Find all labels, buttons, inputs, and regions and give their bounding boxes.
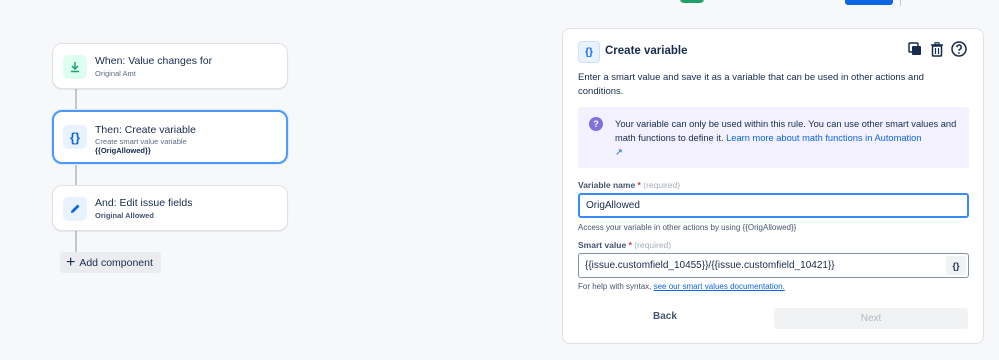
- required-marker: *: [628, 240, 632, 250]
- curly-braces-icon: {}: [63, 125, 87, 149]
- duplicate-icon[interactable]: [907, 41, 923, 57]
- add-component-label: Add component: [79, 256, 153, 269]
- variable-name-helper: Access your variable in other actions by…: [578, 223, 797, 232]
- top-primary-button[interactable]: [845, 0, 893, 5]
- action-subtitle: Create smart value variable: [95, 137, 187, 146]
- curly-braces-icon: {}: [578, 41, 600, 63]
- top-status-indicator: [680, 0, 704, 3]
- pencil-icon: [63, 197, 87, 221]
- flow-connector: [75, 231, 77, 253]
- smart-value-helper-text: For help with syntax,: [578, 282, 652, 291]
- question-icon: ?: [589, 117, 603, 131]
- smart-value-label: Smart value * (required): [578, 240, 671, 250]
- smart-values-docs-link[interactable]: see our smart values documentation.: [654, 282, 785, 291]
- panel-description: Enter a smart value and save it as a var…: [578, 72, 924, 97]
- external-link-icon[interactable]: ↗: [615, 147, 623, 157]
- variable-name-input[interactable]: [578, 193, 969, 218]
- value-change-icon: [63, 55, 87, 79]
- smart-value-insert-button[interactable]: {}: [946, 256, 966, 275]
- info-message: ? Your variable can only be used within …: [578, 107, 969, 168]
- edit-subtitle: Original Allowed: [95, 211, 154, 220]
- variable-name-label-text: Variable name: [578, 180, 636, 190]
- flow-connector: [75, 164, 77, 185]
- add-component-button[interactable]: + Add component: [60, 252, 161, 273]
- trigger-title: When: Value changes for: [95, 55, 213, 67]
- flow-connector: [75, 89, 77, 110]
- trigger-subtitle: Original Amt: [95, 69, 136, 78]
- required-hint: (required): [634, 240, 672, 250]
- create-variable-card[interactable]: {} Then: Create variable Create smart va…: [52, 110, 288, 164]
- action-title: Then: Create variable: [95, 124, 196, 136]
- create-variable-panel: {} Create variable Enter a smart value a…: [562, 28, 984, 344]
- math-functions-link[interactable]: Learn more about math functions in Autom…: [726, 133, 921, 143]
- required-hint: (required): [643, 180, 681, 190]
- edit-title: And: Edit issue fields: [95, 197, 193, 209]
- required-marker: *: [637, 180, 641, 190]
- info-text: Your variable can only be used within th…: [615, 117, 960, 159]
- edit-fields-card[interactable]: And: Edit issue fields Original Allowed: [52, 185, 288, 231]
- trigger-card[interactable]: When: Value changes for Original Amt: [52, 43, 288, 89]
- help-icon[interactable]: [951, 41, 967, 57]
- smart-value-input[interactable]: [578, 253, 969, 278]
- panel-title: Create variable: [605, 45, 688, 57]
- panel-actions: [907, 41, 967, 57]
- top-divider: [900, 0, 901, 6]
- action-variable: {{OrigAllowed}}: [95, 146, 151, 155]
- smart-value-label-text: Smart value: [578, 240, 627, 250]
- variable-name-label: Variable name * (required): [578, 180, 680, 190]
- smart-value-helper: For help with syntax, see our smart valu…: [578, 282, 785, 291]
- back-button[interactable]: Back: [653, 311, 677, 322]
- plus-icon: +: [66, 253, 76, 271]
- next-button[interactable]: Next: [774, 308, 968, 329]
- trash-icon[interactable]: [929, 41, 945, 57]
